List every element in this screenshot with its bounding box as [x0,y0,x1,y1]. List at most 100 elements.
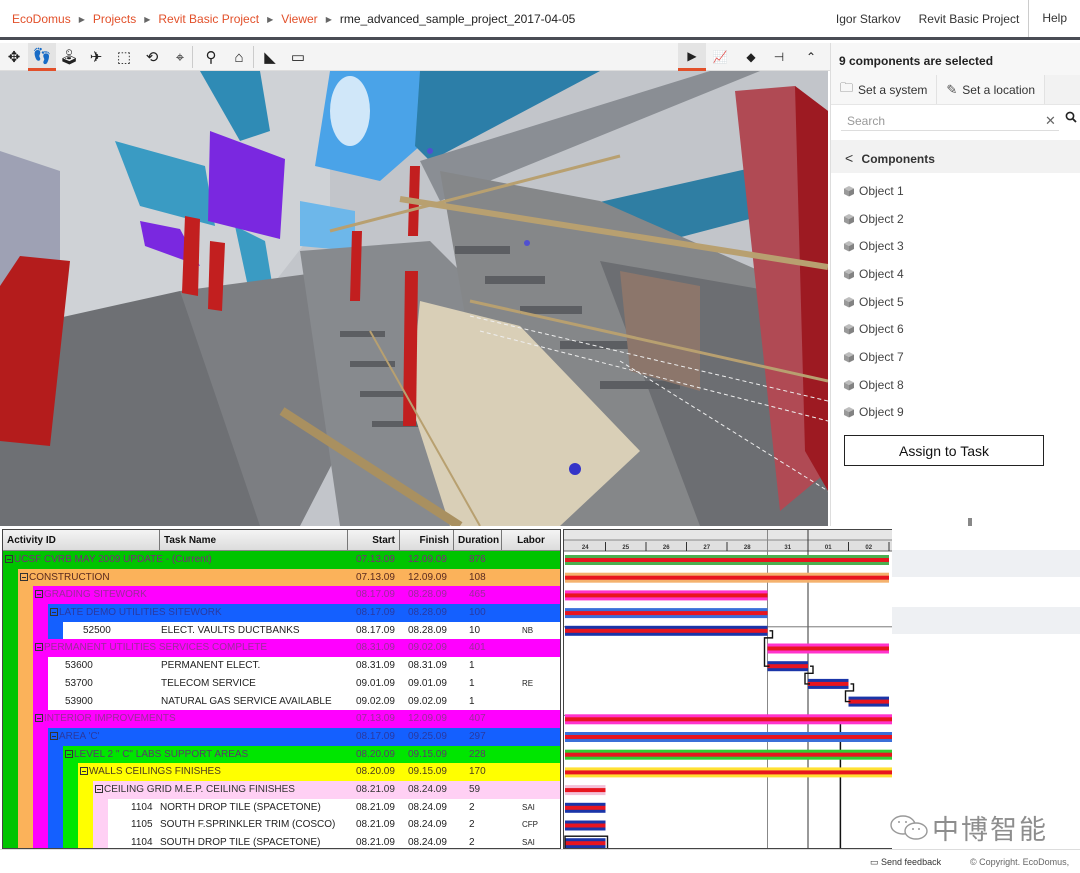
schedule-task-row[interactable]: 1104 NORTH DROP TILE (SPACETONE) 08.21.09 0… [3,798,560,817]
start-date: 08.17.09 [356,624,395,636]
scrollbar-handle[interactable] [968,518,972,526]
schedule-group-row[interactable]: UCSF CVRB MAY 2009 UPDATE - (Current) 07.… [3,551,560,569]
zoom-window-tool-button[interactable]: ⬚ [110,43,138,71]
camera-icon: ⚲ [205,49,217,66]
collapse-toggle-icon[interactable] [35,714,43,723]
panel-toggle-button[interactable]: ⌃ [797,43,825,71]
fly-tool-button[interactable]: ✈ [82,43,110,71]
hierarchy-band [3,657,18,675]
schedule-group-row[interactable]: CONSTRUCTION 07.13.09 12.09.09 108 [3,568,560,587]
joystick-tool-button[interactable]: 🕹 [55,43,83,71]
set-system-button[interactable]: 🗀 Set a system [831,75,938,104]
hierarchy-band [18,710,33,728]
timeline-play-icon: ▶ [687,48,697,63]
collapse-toggle-icon[interactable] [35,643,43,652]
pan-tool-button[interactable]: ✥ [0,43,28,71]
hierarchy-band [18,763,33,781]
group-name: CEILING GRID M.E.P. CEILING FINISHES [104,783,295,795]
collapse-toggle-icon[interactable] [35,590,43,599]
walk-tool-button[interactable]: 👣 [28,43,56,71]
gantt-bar-progress [565,611,768,616]
component-list-item[interactable]: Object 1 [831,177,1080,205]
component-list-item[interactable]: Object 3 [831,232,1080,260]
copyright-text: © Copyright. EcoDomus, [970,857,1070,867]
components-back-button[interactable]: < Components [831,140,1080,173]
gantt-bar-progress [565,717,892,722]
section-plane-tool-button[interactable]: ◣ [256,43,284,71]
hierarchy-band [18,692,33,711]
orbit-tool-button[interactable]: ⟲ [138,43,166,71]
schedule-group-row[interactable]: INTERIOR IMPROVEMENTS 07.13.09 12.09.09 407 [3,710,560,728]
collapse-toggle-icon[interactable] [95,784,103,793]
component-list-item[interactable]: Object 6 [831,315,1080,343]
look-around-tool-button[interactable]: ⌖ [166,43,194,71]
component-list-item[interactable]: Object 9 [831,399,1080,427]
slider-button[interactable]: ⊣ [765,43,793,71]
cube-icon [844,213,854,225]
labor-code: NB [522,625,534,635]
collapse-toggle-icon[interactable] [50,608,58,617]
hierarchy-band [18,674,33,693]
layers-button[interactable]: ◆ [737,43,765,71]
group-cell: CEILING GRID M.E.P. CEILING FINISHES [95,781,295,799]
gantt-day-label: 27 [703,545,710,551]
schedule-group-row[interactable]: GRADING SITEWORK 08.17.09 08.28.09 465 [3,586,560,605]
breadcrumb-viewer[interactable]: Viewer [281,12,317,26]
collapse-toggle-icon[interactable] [65,749,73,758]
schedule-group-row[interactable]: LATE DEMO UTILITIES SITEWORK 08.17.09 08.2… [3,604,560,622]
search-input[interactable] [841,111,1059,131]
collapse-toggle-icon[interactable] [50,731,58,740]
schedule-task-row[interactable]: 53900 NATURAL GAS SERVICE AVAILABLE 09.02.… [3,692,560,711]
schedule-group-row[interactable]: AREA 'C' 08.17.09 09.25.09 297 [3,727,560,746]
bim-model-render[interactable] [0,71,828,526]
component-list-item[interactable]: Object 2 [831,205,1080,233]
component-list-item[interactable]: Object 8 [831,371,1080,399]
camera-tool-button[interactable]: ⚲ [197,43,225,71]
measure-tool-button[interactable]: ▭ [284,43,312,71]
collapse-toggle-icon[interactable] [5,555,13,563]
schedule-task-row[interactable]: 1105 SOUTH F.SPRINKLER TRIM (COSCO) 08.21.… [3,816,560,834]
row-fill [48,657,560,675]
schedule-group-row[interactable]: WALLS CEILINGS FINISHES 08.20.09 09.15.09 1… [3,763,560,781]
schedule-task-row[interactable]: 53700 TELECOM SERVICE 09.01.09 09.01.09 1 RE [3,674,560,693]
component-list-item[interactable]: Object 7 [831,343,1080,371]
assign-to-task-button[interactable]: Assign to Task [844,435,1044,466]
col-labor[interactable]: Labor [502,530,560,550]
duration-value: 100 [469,607,486,619]
project-menu[interactable]: Revit Basic Project [910,12,1029,26]
collapse-toggle-icon[interactable] [80,767,88,776]
schedule-task-row[interactable]: 52500 ELECT. VAULTS DUCTBANKS 08.17.09 08.2… [3,621,560,640]
search-icon[interactable] [1065,111,1077,126]
help-link[interactable]: Help [1028,0,1080,37]
schedule-group-row[interactable]: PERMANENT UTILITIES SERVICES COMPLETE 08.… [3,639,560,658]
col-activity-id[interactable]: Activity ID [3,530,160,550]
col-finish[interactable]: Finish [400,530,454,550]
col-duration[interactable]: Duration [454,530,502,550]
gantt-bar-progress [565,788,606,793]
schedule-task-row[interactable]: 53600 PERMANENT ELECT. 08.31.09 08.31.09 1 [3,657,560,675]
col-task-name[interactable]: Task Name [160,530,348,550]
collapse-toggle-icon[interactable] [20,572,28,581]
send-feedback-link[interactable]: ▭ Send feedback [870,857,941,868]
component-list-item[interactable]: Object 4 [831,260,1080,288]
component-name: Object 9 [859,405,904,420]
schedule-group-row[interactable]: LEVEL 2 " C" LABS SUPPORT AREAS 08.20.09 0… [3,745,560,764]
schedule-task-row[interactable]: 1104 SOUTH DROP TILE (SPACETONE) 08.21.09 0… [3,834,560,848]
chart-button[interactable]: 📈 [706,43,734,71]
home-tool-button[interactable]: ⌂ [225,43,253,71]
duration-value: 2 [469,819,475,831]
clear-search-icon[interactable]: ✕ [1045,113,1056,129]
hierarchy-band [3,816,18,834]
3d-viewport[interactable] [0,71,828,526]
user-menu[interactable]: Igor Starkov [827,12,910,26]
gantt-canvas[interactable]: 24 25 26 27 28 31 01 02 [564,530,892,849]
labor-code: SAI [522,802,535,812]
breadcrumb-project[interactable]: Revit Basic Project [158,12,259,26]
breadcrumb-projects[interactable]: Projects [93,12,136,26]
timeline-play-button[interactable]: ▶ [678,43,706,71]
breadcrumb-ecodomus[interactable]: EcoDomus [12,12,71,26]
schedule-group-row[interactable]: CEILING GRID M.E.P. CEILING FINISHES 08.2… [3,780,560,799]
set-location-button[interactable]: ✎ Set a location [937,75,1045,104]
component-list-item[interactable]: Object 5 [831,288,1080,316]
col-start[interactable]: Start [348,530,400,550]
